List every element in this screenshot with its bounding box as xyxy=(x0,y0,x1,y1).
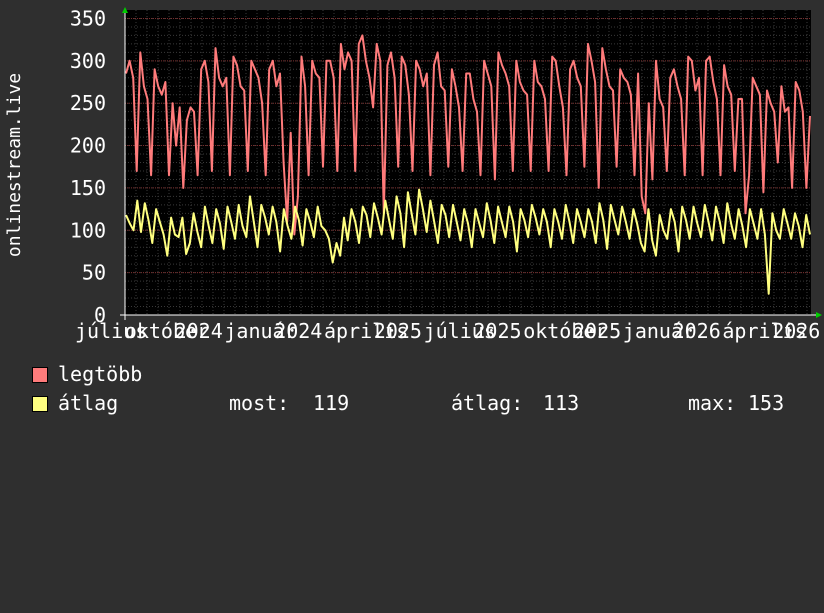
stat-max-label: max: xyxy=(688,391,737,415)
x-tick-label: 2025 xyxy=(473,319,521,343)
x-axis-arrow-icon xyxy=(816,312,822,318)
y-tick-label: 150 xyxy=(70,176,106,200)
x-tick-labels: júliusoktóber2024 január2024 április2025 jú… xyxy=(75,319,820,343)
y-tick-labels: 050100150200250300350 xyxy=(70,6,106,327)
x-tick-label: 2026 xyxy=(673,319,721,343)
legend-label-max: legtöbb xyxy=(58,362,143,386)
legend-label-avg: átlag xyxy=(58,391,119,415)
y-tick-label: 250 xyxy=(70,91,106,115)
stat-max-value: 153 xyxy=(748,391,785,415)
x-tick-label: 2025 xyxy=(573,319,621,343)
y-tick-label: 100 xyxy=(70,218,106,242)
x-tick-label: 2025 xyxy=(374,319,422,343)
legend-item-avg: átlag most: 119 átlag: 113 max: 153 xyxy=(32,392,812,414)
y-axis-label: onlinestream.live xyxy=(4,73,25,257)
stat-avg-value: 113 xyxy=(543,391,580,415)
legend-item-max: legtöbb xyxy=(32,363,232,385)
x-tick-label: 2026 xyxy=(772,319,820,343)
y-tick-label: 50 xyxy=(82,261,106,285)
stat-avg-label: átlag: xyxy=(451,391,524,415)
y-tick-label: 300 xyxy=(70,49,106,73)
x-tick-label: 2024 xyxy=(175,319,223,343)
y-tick-label: 350 xyxy=(70,6,106,30)
x-tick-label: 2024 xyxy=(274,319,322,343)
legend-swatch-avg xyxy=(32,396,48,412)
legend-swatch-max xyxy=(32,367,48,383)
stat-now-value: 119 xyxy=(313,391,350,415)
stat-now-label: most: xyxy=(229,391,290,415)
chart-panel: 0 50 100 150 200 250 300 350 július október 2024 j… xyxy=(0,0,824,430)
line-chart: 050100150200250300350 júliusoktóber2024 j… xyxy=(4,6,822,343)
y-tick-label: 200 xyxy=(70,134,106,158)
